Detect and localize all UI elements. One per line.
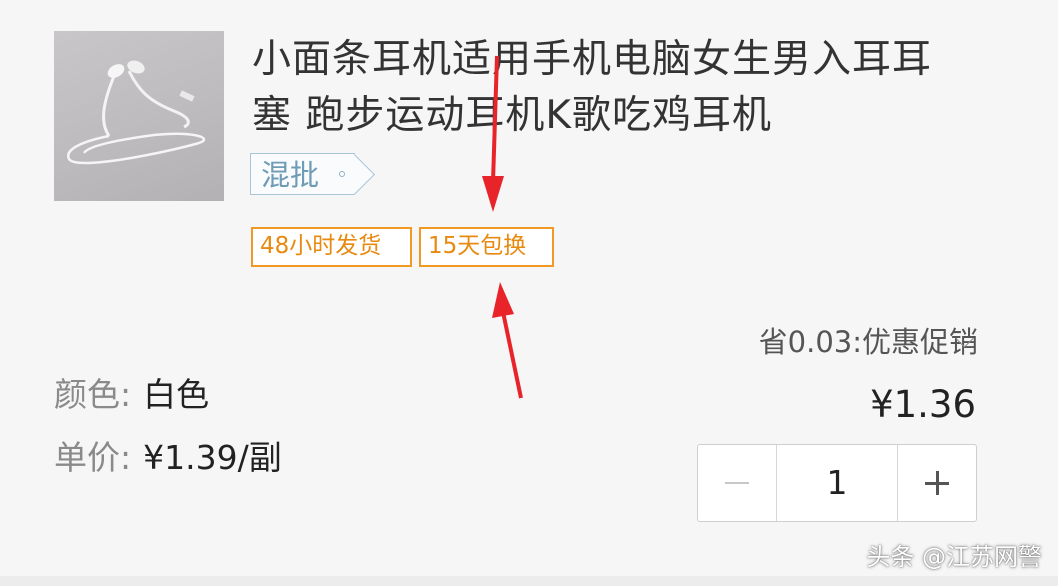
minus-icon	[725, 482, 749, 484]
unit-price-row: 单价: ¥1.39/副	[54, 436, 282, 480]
cart-item-card: 小面条耳机适用手机电脑女生男入耳耳塞 跑步运动耳机K歌吃鸡耳机 混批 48小时发…	[0, 0, 1058, 586]
quantity-stepper[interactable]: 1	[697, 444, 977, 522]
item-price: ¥1.36	[870, 383, 976, 426]
increase-quantity-button[interactable]	[897, 445, 976, 521]
arrow-up-annotation	[492, 282, 523, 399]
spec-color-row[interactable]: 颜色: 白色	[54, 373, 209, 417]
plus-icon-vertical	[936, 471, 939, 495]
earphones-image	[67, 60, 206, 165]
quantity-value[interactable]: 1	[777, 445, 897, 521]
watermark: 头条 @江苏网警	[866, 543, 1042, 571]
wholesale-tag-label: 混批	[261, 158, 320, 192]
product-title-line1: 小面条耳机适用手机电脑女生男入耳耳	[252, 37, 933, 82]
spec-color-label: 颜色:	[54, 375, 132, 414]
tag-hole-icon	[339, 171, 346, 177]
spec-color-value: 白色	[143, 375, 210, 414]
service-tag-48h-shipping: 48小时发货	[251, 227, 412, 267]
product-image[interactable]	[54, 31, 224, 201]
service-tag-15day-exchange: 15天包换	[419, 227, 554, 267]
product-title-line2: 塞 跑步运动耳机K歌吃鸡耳机	[252, 93, 772, 138]
unit-price-value: ¥1.39/副	[143, 438, 282, 477]
bottom-divider	[0, 576, 1058, 586]
wholesale-tag: 混批	[250, 153, 376, 196]
unit-price-label: 单价:	[54, 438, 132, 477]
decrease-quantity-button[interactable]	[698, 445, 777, 521]
product-title[interactable]: 小面条耳机适用手机电脑女生男入耳耳塞 跑步运动耳机K歌吃鸡耳机	[252, 32, 1012, 144]
promotion-selector[interactable]: 省0.03:优惠促销	[759, 322, 978, 362]
